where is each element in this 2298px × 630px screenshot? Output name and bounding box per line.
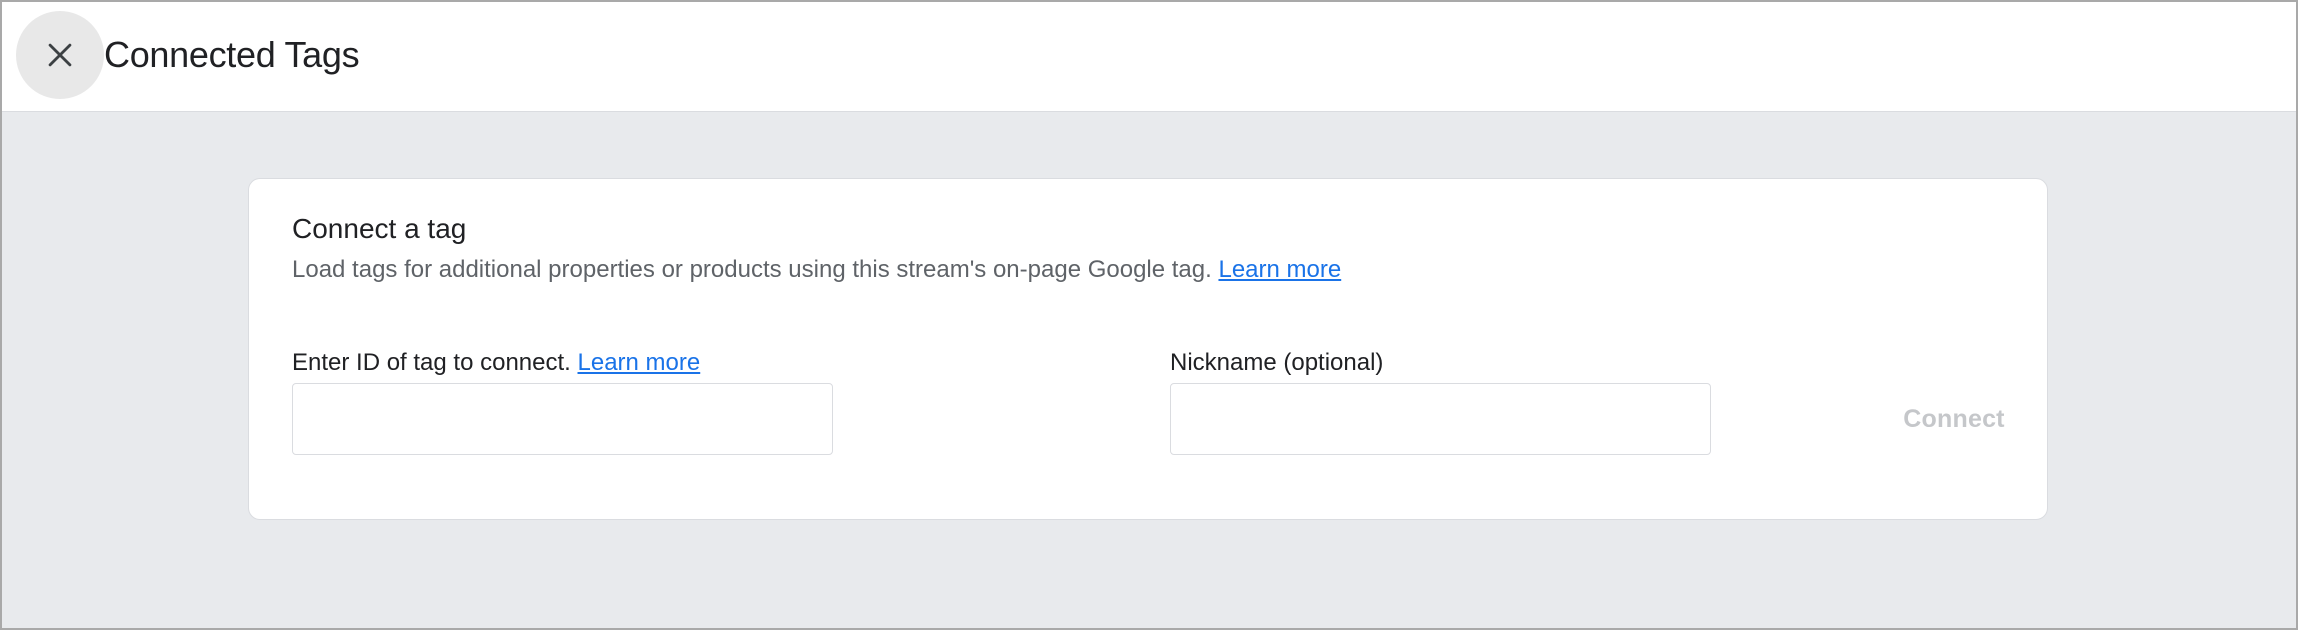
- tag-id-label-text: Enter ID of tag to connect.: [292, 349, 578, 376]
- close-icon: [48, 43, 72, 67]
- connect-tag-card: Connect a tag Load tags for additional p…: [248, 178, 2048, 520]
- page-title: Connected Tags: [104, 34, 360, 75]
- nickname-input[interactable]: [1170, 383, 1711, 455]
- card-description: Load tags for additional properties or p…: [292, 254, 1341, 286]
- close-button[interactable]: [16, 11, 104, 99]
- connect-button[interactable]: Connect: [1889, 391, 2019, 447]
- nickname-label: Nickname (optional): [1170, 349, 1384, 376]
- tag-id-input[interactable]: [292, 383, 833, 455]
- app-window: Connected Tags Connect a tag Load tags f…: [0, 0, 2298, 630]
- tag-id-learn-more-link[interactable]: Learn more: [578, 349, 701, 376]
- tag-id-label: Enter ID of tag to connect. Learn more: [292, 347, 700, 379]
- card-description-text: Load tags for additional properties or p…: [292, 256, 1219, 283]
- page-header: Connected Tags: [2, 2, 2296, 112]
- description-learn-more-link[interactable]: Learn more: [1218, 256, 1341, 283]
- card-title: Connect a tag: [292, 213, 467, 244]
